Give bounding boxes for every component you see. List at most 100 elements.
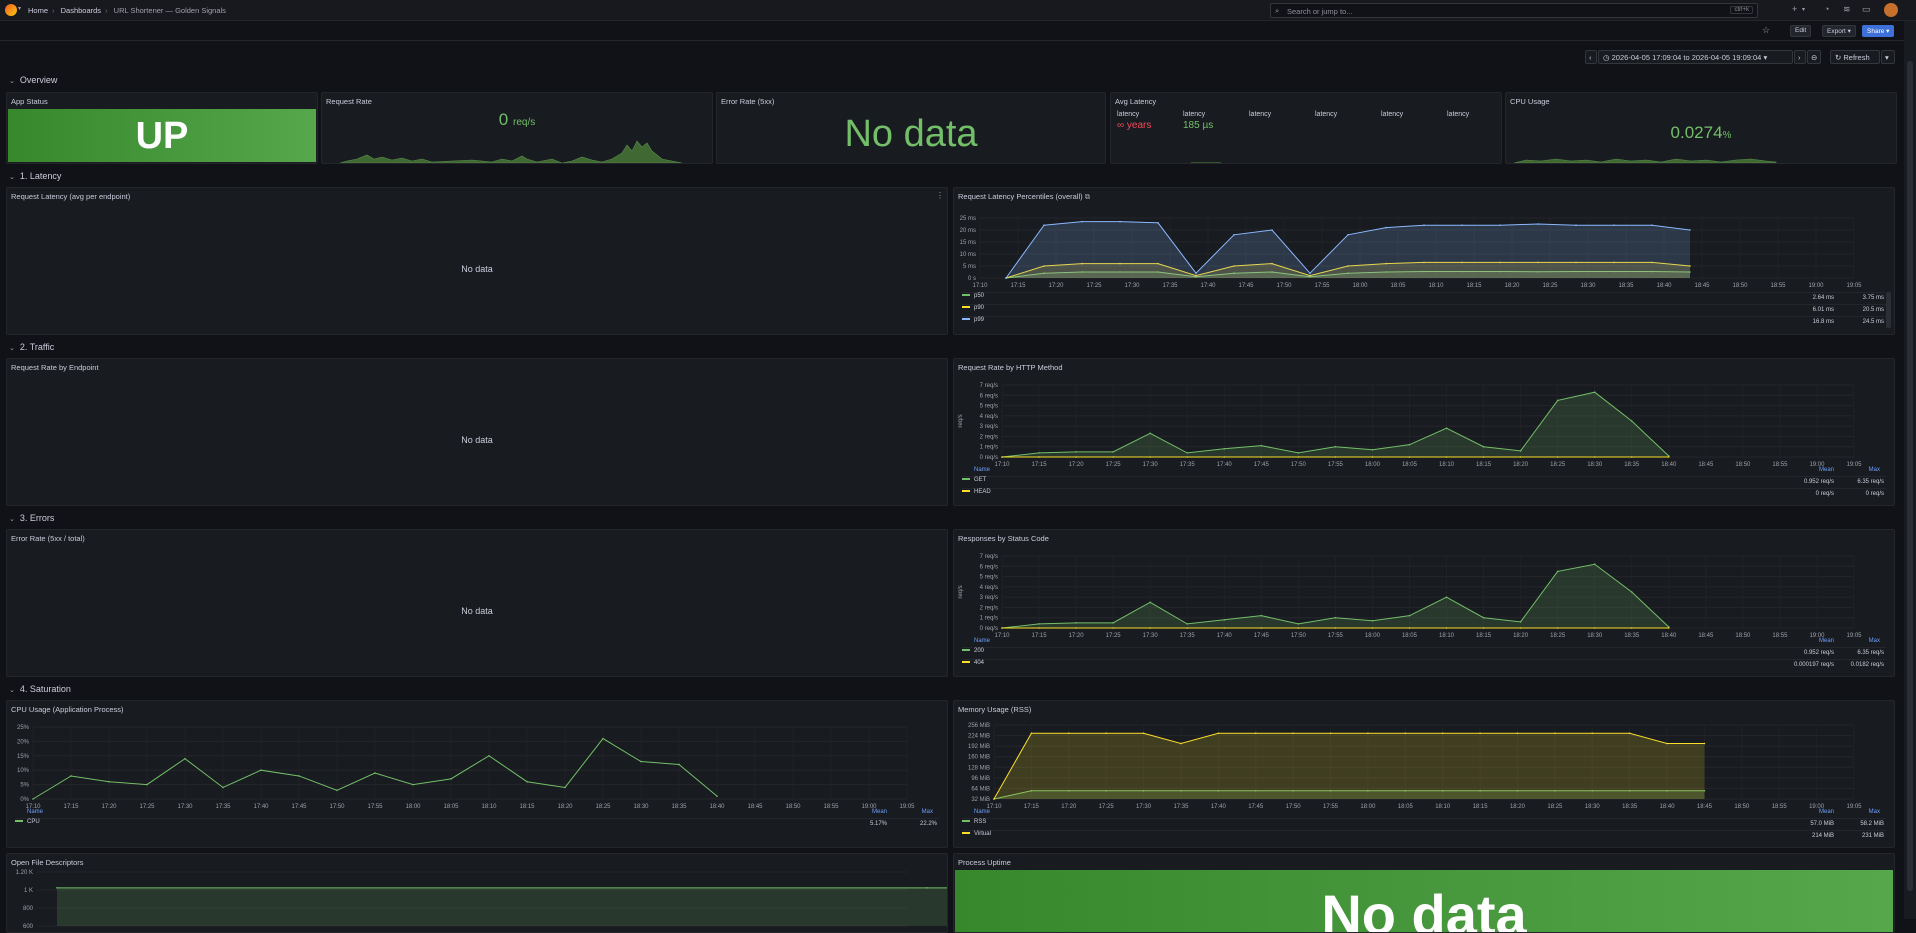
rss-icon[interactable]: ≋ (1843, 4, 1851, 15)
legend-header-mean[interactable]: Mean (1819, 638, 1834, 644)
time-back-button[interactable]: ‹ (1585, 50, 1597, 64)
legend-header-mean[interactable]: Mean (1819, 467, 1834, 473)
y-tick-label: 5% (20, 783, 29, 789)
star-icon[interactable]: ☆ (1762, 25, 1770, 36)
x-tick-label: 17:40 (1217, 462, 1233, 468)
zoom-out-button[interactable]: ⊖ (1807, 50, 1821, 64)
row-overview[interactable]: ⌄ Overview (9, 75, 57, 85)
breadcrumb-home[interactable]: Home (28, 6, 48, 15)
series-area (994, 733, 1705, 799)
y-tick-label: 10 ms (960, 252, 976, 258)
legend-header-name[interactable]: Name (974, 638, 990, 644)
row-saturation[interactable]: ⌄ 4. Saturation (9, 684, 71, 694)
panel-request-rate-method[interactable]: Request Rate by HTTP Method 7 req/s 6 req… (953, 358, 1895, 506)
data-point (1554, 732, 1556, 735)
grafana-logo-icon[interactable] (5, 4, 17, 16)
refresh-button[interactable]: ↻ Refresh (1830, 50, 1880, 64)
legend-header-max[interactable]: Max (1869, 638, 1880, 644)
avatar[interactable] (1884, 3, 1898, 17)
panel-request-latency-percentiles[interactable]: Request Latency Percentiles (overall) ⧉ … (953, 187, 1895, 335)
x-tick-label: 19:05 (1846, 804, 1862, 810)
x-tick-label: 17:15 (1024, 804, 1040, 810)
panel-memory-rss[interactable]: Memory Usage (RSS) 256 MiB 224 MiB 192 MiB… (953, 700, 1895, 848)
legend-item[interactable]: GET 0.952 req/s 6.35 req/s (962, 476, 1886, 487)
data-point (146, 783, 148, 786)
legend-header-name[interactable]: Name (27, 809, 43, 815)
share-button[interactable]: Share ▾ (1862, 25, 1895, 37)
scrollbar-thumb[interactable] (1907, 61, 1913, 891)
chevron-down-icon[interactable]: ▾ (18, 5, 21, 12)
data-point (1689, 229, 1691, 231)
panel-request-rate[interactable]: Request Rate 0 req/s (321, 92, 713, 164)
row-traffic[interactable]: ⌄ 2. Traffic (9, 342, 54, 352)
data-point (1334, 616, 1337, 619)
legend-scrollbar[interactable] (1886, 292, 1891, 328)
legend-item[interactable]: 200 0.952 req/s 6.35 req/s (962, 647, 1886, 658)
panel-process-uptime[interactable]: Process Uptime No data (953, 853, 1895, 933)
x-tick-label: 17:25 (1099, 804, 1115, 810)
chevron-right-icon: › (1798, 53, 1801, 62)
panel-request-latency-endpoint[interactable]: Request Latency (avg per endpoint) ⋮ No … (6, 187, 948, 335)
data-point (184, 757, 186, 760)
x-tick-label: 17:30 (1124, 283, 1140, 289)
edit-button[interactable]: Edit (1790, 25, 1812, 37)
legend-item[interactable]: 404 0.000197 req/s 0.0182 req/s (962, 659, 1886, 670)
panel-error-rate[interactable]: Error Rate (5xx) No data (716, 92, 1106, 164)
legend-header-mean[interactable]: Mean (1819, 809, 1834, 815)
export-button[interactable]: Export ▾ (1822, 25, 1856, 37)
x-tick-label: 18:45 (747, 804, 763, 810)
legend-header-name[interactable]: Name (974, 467, 990, 473)
y-tick-label: 128 MiB (968, 765, 990, 771)
time-forward-button[interactable]: › (1794, 50, 1806, 64)
dock-menu-icon[interactable]: ▭ (1862, 4, 1871, 15)
data-point (1613, 224, 1615, 226)
x-tick-label: 18:10 (1439, 462, 1455, 468)
panel-menu-icon[interactable]: ⋮ (936, 191, 944, 200)
x-tick-label: 19:05 (1846, 283, 1862, 289)
panel-cpu-usage[interactable]: CPU Usage 0.0274% (1505, 92, 1897, 164)
x-tick-label: 18:40 (1661, 633, 1677, 639)
plus-icon[interactable]: + (1792, 4, 1797, 14)
row-errors[interactable]: ⌄ 3. Errors (9, 513, 54, 523)
panel-error-rate-total[interactable]: Error Rate (5xx / total) No data (6, 529, 948, 677)
panel-request-rate-endpoint[interactable]: Request Rate by Endpoint No data (6, 358, 948, 506)
x-tick-label: 18:55 (1772, 633, 1788, 639)
data-point (1297, 627, 1300, 629)
search-input[interactable]: ⌕ Search or jump to... ctrl+k (1270, 3, 1758, 18)
legend-item[interactable]: HEAD 0 req/s 0 req/s (962, 488, 1886, 499)
legend-header-name[interactable]: Name (974, 809, 990, 815)
panel-open-fds[interactable]: Open File Descriptors 1.20 K1 K 800 600 (6, 853, 948, 933)
row-latency[interactable]: ⌄ 1. Latency (9, 171, 61, 181)
x-tick-label: 17:45 (1254, 633, 1270, 639)
page-scrollbar[interactable] (1904, 21, 1916, 919)
legend-header-max[interactable]: Max (922, 809, 933, 815)
data-point (1112, 456, 1114, 458)
panel-cpu-usage-app[interactable]: CPU Usage (Application Process) 25% 20% 15… (6, 700, 948, 848)
x-tick-label: 17:50 (1291, 633, 1307, 639)
zoom-out-icon: ⊖ (1811, 53, 1818, 62)
legend-item[interactable]: RSS 57.0 MiB 58.2 MiB (962, 818, 1886, 829)
data-point (1556, 570, 1559, 573)
legend-item[interactable]: Virtual 214 MiB 231 MiB (962, 830, 1886, 841)
chevron-down-icon[interactable]: ▾ (1802, 6, 1805, 13)
legend-item[interactable]: p99 16.8 ms 24.5 ms (962, 316, 1886, 327)
refresh-interval-button[interactable]: ▾ (1881, 50, 1895, 64)
breadcrumb-dashboards[interactable]: Dashboards (61, 6, 101, 15)
time-range-picker[interactable]: ◷ 2026-04-05 17:09:04 to 2026-04-05 19:0… (1598, 50, 1793, 64)
legend-item[interactable]: p90 6.01 ms 20.5 ms (962, 304, 1886, 315)
data-point (222, 786, 224, 789)
panel-responses-status[interactable]: Responses by Status Code 7 req/s 6 req/s 5… (953, 529, 1895, 677)
legend-item[interactable]: CPU 5.17% 22.2% (15, 818, 939, 829)
legend-header-max[interactable]: Max (1869, 467, 1880, 473)
help-icon[interactable]: ◔ (1824, 4, 1829, 14)
x-tick-label: 17:30 (1143, 633, 1159, 639)
legend-header-max[interactable]: Max (1869, 809, 1880, 815)
panel-avg-latency[interactable]: Avg Latency latency ∞ years latency 185 µs l… (1110, 92, 1502, 164)
data-point (1667, 627, 1670, 629)
x-tick-label: 17:30 (177, 804, 193, 810)
panel-app-status[interactable]: App Status UP (6, 92, 318, 164)
legend-header-mean[interactable]: Mean (872, 809, 887, 815)
x-tick-label: 18:45 (1697, 804, 1713, 810)
legend-item[interactable]: p50 2.64 ms 3.75 ms (962, 292, 1886, 303)
legend-name: p99 (974, 317, 985, 323)
